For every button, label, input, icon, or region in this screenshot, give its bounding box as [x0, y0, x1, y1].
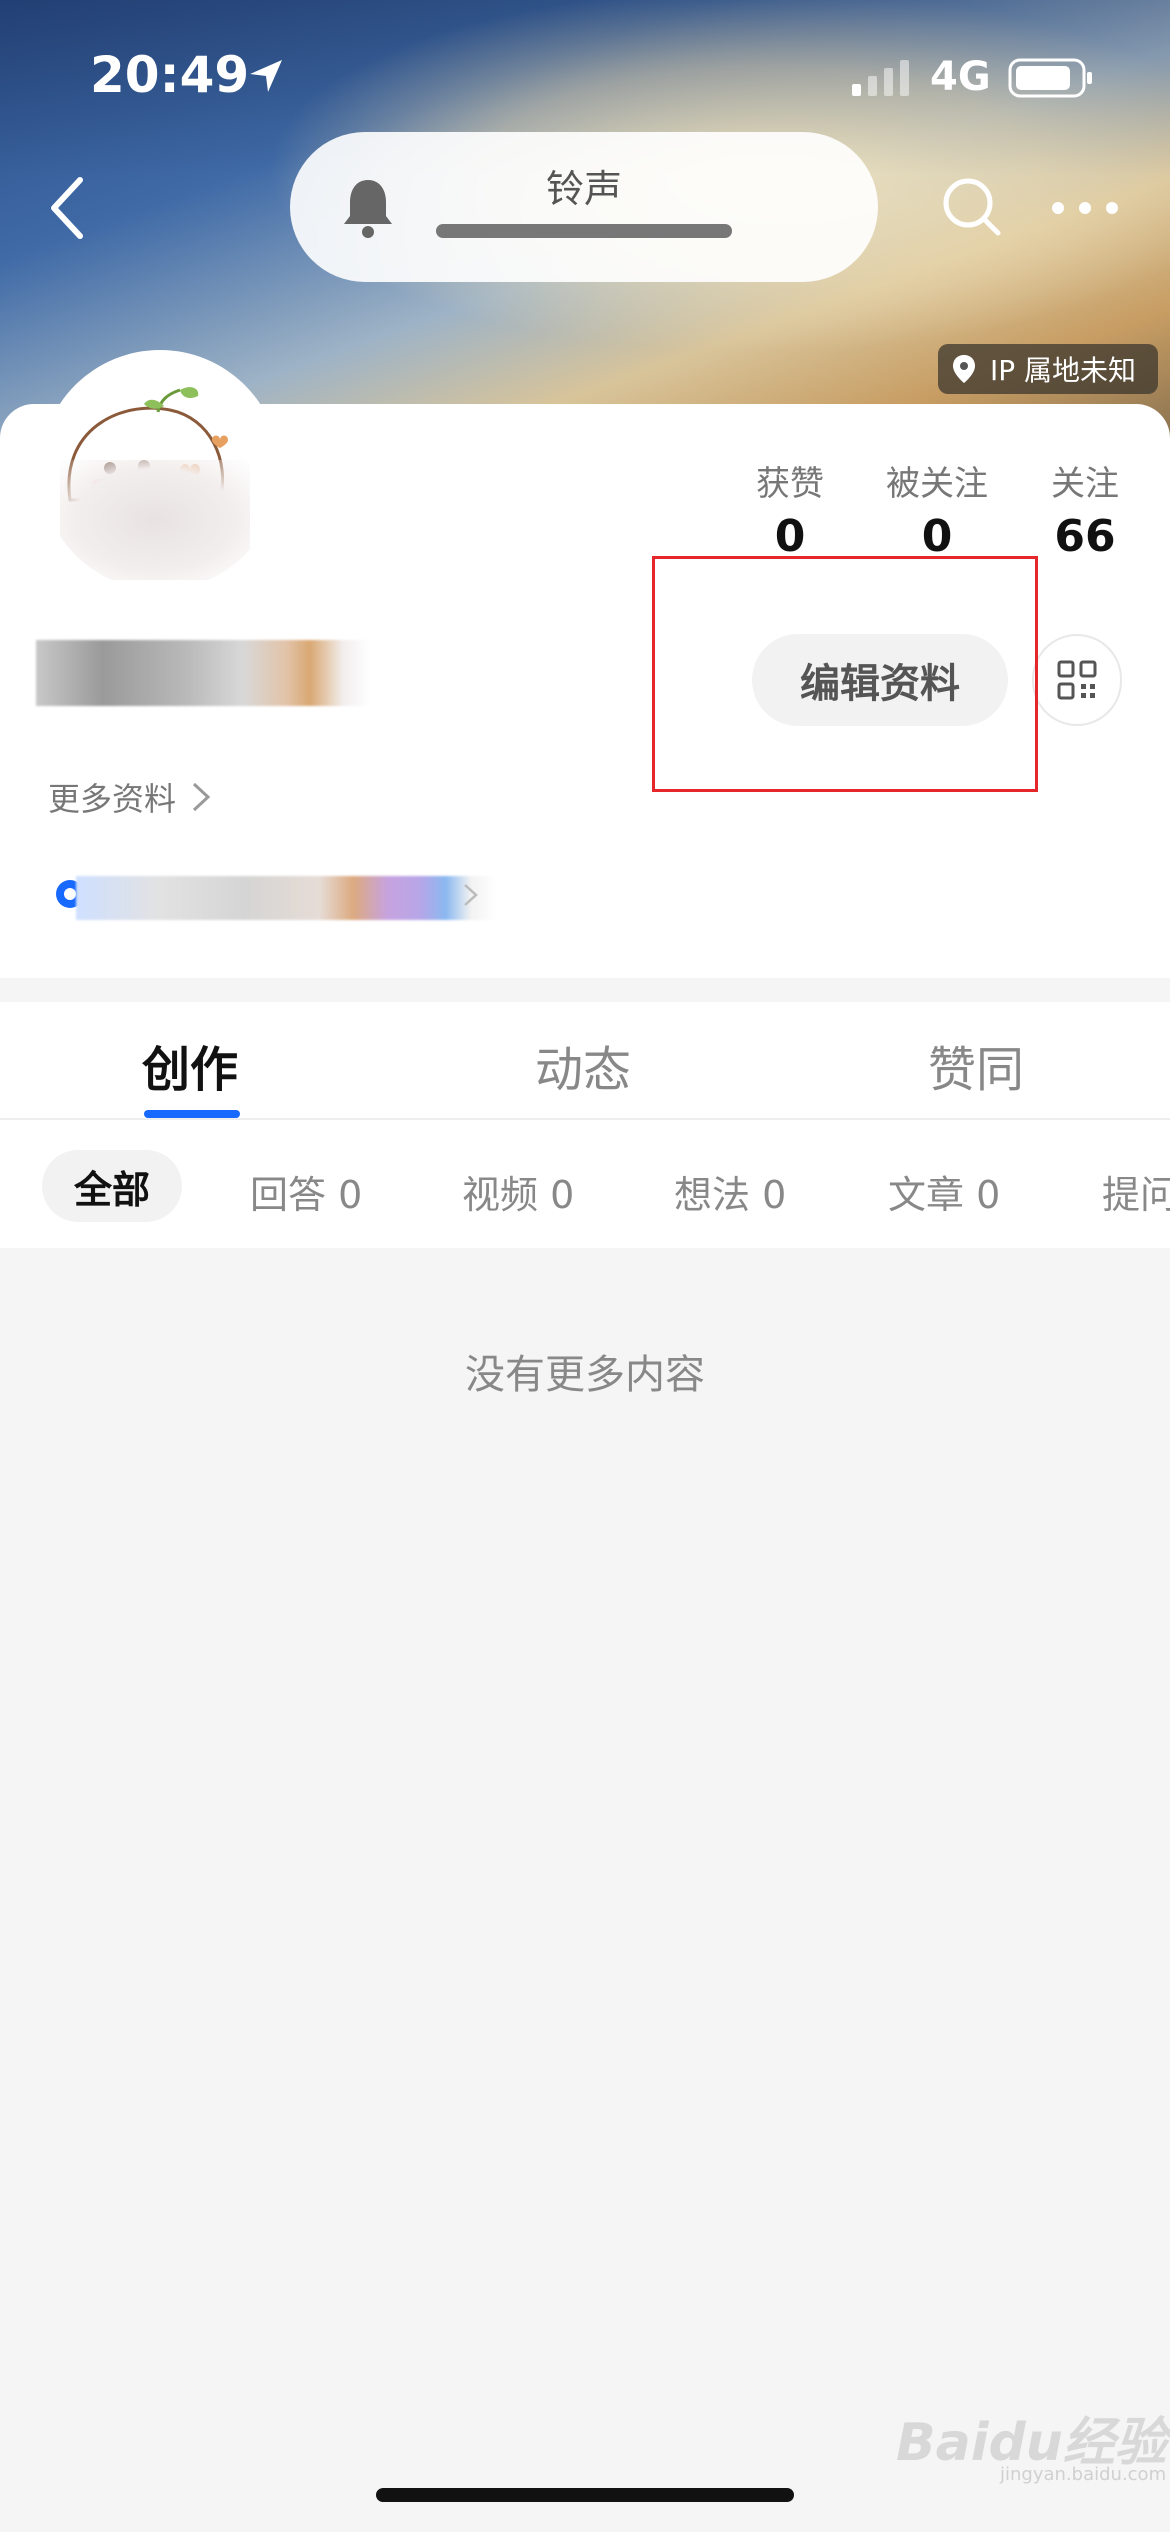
- network-type: 4G: [930, 54, 991, 100]
- tab-create[interactable]: 创作: [142, 1030, 238, 1100]
- avatar[interactable]: [40, 350, 280, 590]
- cellular-signal-icon: [852, 60, 909, 96]
- chevron-right-icon: [464, 884, 478, 906]
- more-info-label: 更多资料: [48, 780, 177, 818]
- content-tabs: 创作 动态 赞同: [0, 1002, 1170, 1120]
- more-info-link[interactable]: 更多资料: [48, 774, 212, 820]
- search-icon[interactable]: [940, 175, 1004, 239]
- stat-followers-label: 被关注: [886, 464, 988, 504]
- status-bar: 20:49 4G: [0, 0, 1170, 150]
- empty-state-text: 没有更多内容: [465, 1352, 705, 1398]
- home-indicator[interactable]: [376, 2488, 794, 2502]
- filter-chip-articles[interactable]: 文章 0: [888, 1164, 1000, 1219]
- stat-likes-label: 获赞: [756, 464, 824, 504]
- filter-chip-all[interactable]: 全部: [42, 1150, 182, 1222]
- ip-location-text: IP 属地未知: [990, 354, 1137, 387]
- ringtone-progress-bar[interactable]: [436, 224, 732, 238]
- stat-likes: 获赞 0: [748, 456, 832, 562]
- location-arrow-icon: [250, 60, 282, 92]
- filter-chip-questions[interactable]: 提问: [1102, 1164, 1170, 1219]
- ip-location-badge: IP 属地未知: [938, 344, 1158, 394]
- stat-followers-value: 0: [921, 511, 953, 562]
- more-options-icon[interactable]: [1050, 196, 1120, 220]
- chevron-right-icon: [192, 782, 211, 812]
- stat-following-value: 66: [1054, 511, 1116, 562]
- status-time: 20:49: [90, 46, 250, 104]
- badges-mosaic: [76, 876, 496, 920]
- username-mosaic: [36, 640, 370, 706]
- stat-following-label: 关注: [1051, 464, 1119, 504]
- stat-likes-value: 0: [774, 511, 806, 562]
- back-button[interactable]: [40, 168, 100, 248]
- tab-liked[interactable]: 赞同: [928, 1030, 1024, 1100]
- qr-code-icon: [1057, 660, 1097, 700]
- highlight-annotation-box: [652, 556, 1038, 792]
- active-tab-indicator: [144, 1110, 240, 1118]
- ringtone-title: 铃声: [545, 167, 622, 211]
- battery-icon: [1008, 58, 1092, 98]
- achievement-badges[interactable]: [50, 870, 500, 930]
- filter-chips: 全部 回答 0 视频 0 想法 0 文章 0 提问: [0, 1120, 1170, 1248]
- ringtone-player[interactable]: 铃声: [290, 132, 878, 282]
- filter-chip-thoughts[interactable]: 想法 0: [674, 1164, 786, 1219]
- filter-chip-videos[interactable]: 视频 0: [462, 1164, 574, 1219]
- watermark-url: jingyan.baidu.com: [1000, 2464, 1167, 2485]
- tab-activity[interactable]: 动态: [535, 1030, 631, 1100]
- filter-chip-answers[interactable]: 回答 0: [250, 1164, 362, 1219]
- location-pin-icon: [953, 355, 975, 383]
- qr-code-button[interactable]: [1032, 634, 1122, 726]
- avatar-mosaic: [60, 460, 250, 580]
- stat-followers[interactable]: 被关注 0: [876, 456, 998, 562]
- stat-following[interactable]: 关注 66: [1040, 456, 1130, 562]
